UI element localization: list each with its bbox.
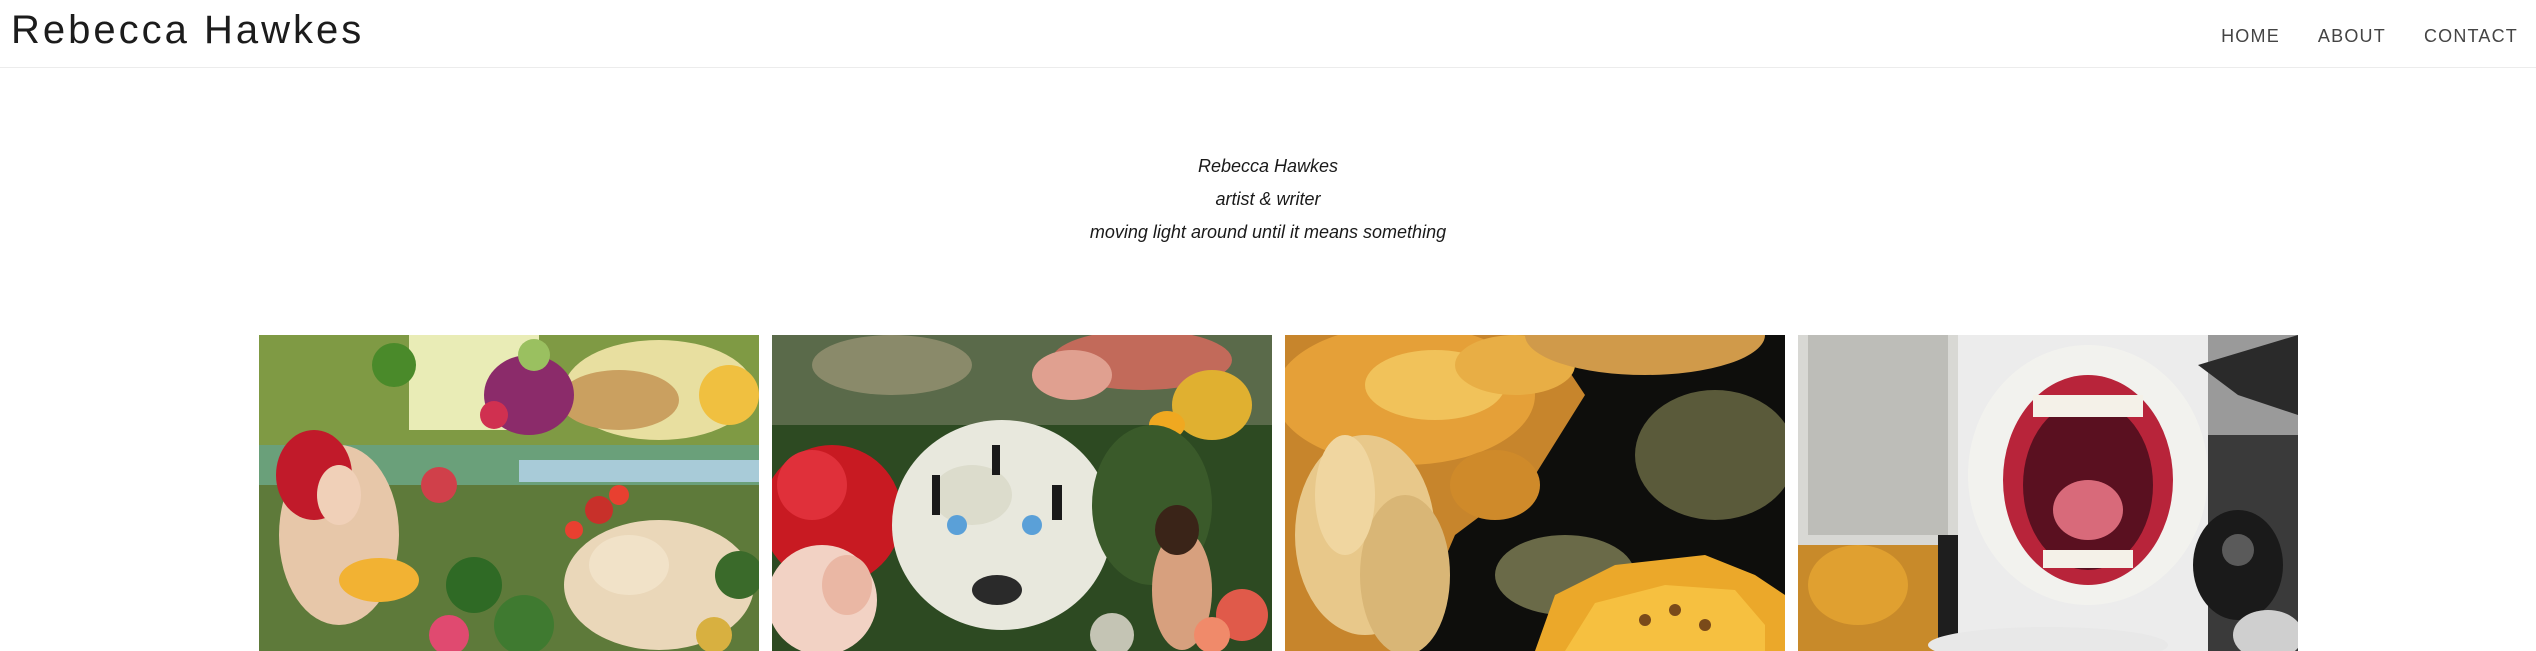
gallery-tile-4[interactable] (1798, 335, 2298, 651)
painting-figures-garden-icon (259, 335, 759, 651)
site-title[interactable]: Rebecca Hawkes (11, 8, 364, 52)
gallery (259, 335, 2298, 651)
painting-white-tiger-icon (772, 335, 1272, 651)
nav-home[interactable]: HOME (2221, 25, 2280, 47)
gallery-tile-2[interactable] (772, 335, 1272, 651)
intro-role: artist & writer (1215, 189, 1321, 209)
gallery-tile-3[interactable] (1285, 335, 1785, 651)
main-nav: HOME ABOUT CONTACT (2183, 25, 2518, 47)
painting-goldfish-icon (1285, 335, 1785, 651)
painting-open-mouth-icon (1798, 335, 2298, 651)
intro-text: Rebecca Hawkes artist & writer moving li… (0, 150, 2536, 249)
gallery-tile-1[interactable] (259, 335, 759, 651)
intro-name: Rebecca Hawkes (1197, 156, 1339, 176)
site-header: Rebecca Hawkes HOME ABOUT CONTACT (0, 0, 2536, 68)
intro-tagline: moving light around until it means somet… (1089, 222, 1447, 242)
nav-contact[interactable]: CONTACT (2424, 25, 2518, 47)
nav-about[interactable]: ABOUT (2318, 25, 2386, 47)
